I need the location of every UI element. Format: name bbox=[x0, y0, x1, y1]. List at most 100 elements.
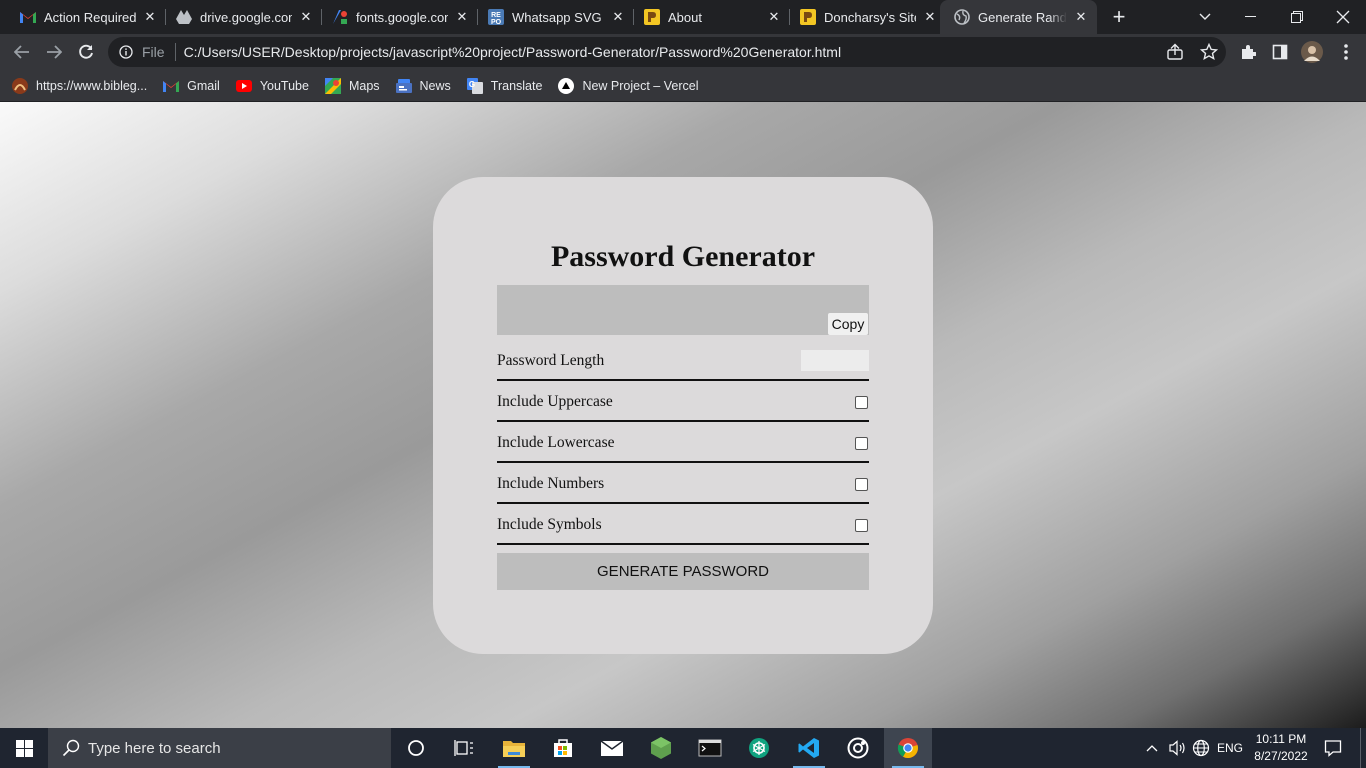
tab-title: About bbox=[668, 9, 702, 25]
tab-fonts[interactable]: fonts.google.com ✕ bbox=[312, 0, 478, 34]
tab-title: Generate Random bbox=[978, 9, 1067, 25]
bookmark-label: Translate bbox=[490, 78, 543, 93]
taskbar-search-box[interactable]: Type here to search bbox=[48, 728, 391, 768]
task-view-icon[interactable] bbox=[440, 728, 488, 768]
news-icon bbox=[395, 78, 412, 94]
bookmark-label: News bbox=[419, 78, 451, 93]
microsoft-store-icon[interactable] bbox=[539, 728, 587, 768]
lowercase-label: Include Lowercase bbox=[497, 434, 615, 451]
symbols-checkbox[interactable] bbox=[855, 519, 868, 532]
tab-title: Whatsapp SVG Ve bbox=[512, 9, 604, 25]
page-title: Password Generator bbox=[550, 240, 816, 273]
site-icon bbox=[800, 9, 816, 25]
repo-icon: RE PO bbox=[488, 9, 504, 25]
language-indicator[interactable]: ENG bbox=[1214, 728, 1246, 768]
side-panel-icon[interactable] bbox=[1270, 42, 1290, 62]
password-length-input[interactable] bbox=[801, 350, 869, 371]
numbers-checkbox[interactable] bbox=[855, 478, 868, 491]
tab-drive[interactable]: drive.google.com ✕ bbox=[156, 0, 322, 34]
forward-icon[interactable] bbox=[40, 38, 68, 66]
chatgpt-icon[interactable] bbox=[735, 728, 783, 768]
numbers-option-row: Include Numbers bbox=[497, 463, 869, 504]
fonts-icon bbox=[332, 9, 348, 25]
obs-icon[interactable] bbox=[834, 728, 882, 768]
tab-title: Action Required: bbox=[44, 9, 136, 25]
notifications-icon[interactable] bbox=[1320, 728, 1346, 768]
bookmarks-bar: https://www.bibleg... Gmail YouTube Maps… bbox=[0, 70, 1366, 102]
show-desktop-button[interactable] bbox=[1360, 728, 1366, 768]
url-scheme: File bbox=[142, 44, 165, 60]
gmail-icon bbox=[20, 9, 36, 25]
lowercase-option-row: Include Lowercase bbox=[497, 422, 869, 463]
close-icon[interactable]: ✕ bbox=[922, 9, 938, 25]
new-tab-button[interactable]: + bbox=[1108, 6, 1130, 29]
uppercase-label: Include Uppercase bbox=[497, 393, 613, 410]
tab-title: fonts.google.com bbox=[356, 9, 448, 25]
windows-start-icon[interactable] bbox=[0, 728, 48, 768]
reload-icon[interactable] bbox=[72, 38, 100, 66]
tab-search-icon[interactable] bbox=[1182, 0, 1228, 34]
clock-date: 8/27/2022 bbox=[1254, 749, 1308, 763]
bookmark-biblegateway[interactable]: https://www.bibleg... bbox=[12, 77, 148, 94]
bookmark-news[interactable]: News bbox=[395, 78, 451, 94]
show-hidden-icons[interactable] bbox=[1142, 728, 1162, 768]
close-icon[interactable]: ✕ bbox=[1073, 9, 1089, 25]
password-length-row: Password Length bbox=[497, 340, 869, 381]
network-globe-icon[interactable] bbox=[1190, 728, 1212, 768]
clock-time: 10:11 PM bbox=[1255, 732, 1307, 746]
bookmark-maps[interactable]: Maps bbox=[324, 77, 380, 94]
lowercase-checkbox[interactable] bbox=[855, 437, 868, 450]
page-viewport: Password Generator Copy Password Length … bbox=[0, 102, 1366, 728]
bookmark-label: https://www.bibleg... bbox=[36, 78, 148, 93]
cortana-icon[interactable] bbox=[392, 728, 440, 768]
numbers-label: Include Numbers bbox=[497, 475, 605, 492]
translate-icon: G bbox=[466, 77, 483, 94]
bookmark-label: Gmail bbox=[187, 78, 220, 93]
password-length-label: Password Length bbox=[497, 352, 605, 369]
uppercase-checkbox[interactable] bbox=[855, 396, 868, 409]
tab-whatsapp-svg[interactable]: REPO Whatsapp SVG Ve ✕ bbox=[468, 0, 634, 34]
gmail-icon bbox=[163, 78, 180, 94]
bookmark-youtube[interactable]: YouTube bbox=[235, 78, 309, 94]
tab-doncharsy[interactable]: Doncharsy's Site ✕ bbox=[780, 0, 946, 34]
tab-generate-random[interactable]: Generate Random ✕ bbox=[940, 0, 1097, 34]
tab-title: Doncharsy's Site bbox=[824, 9, 916, 25]
windows-taskbar: Type here to search ENG 10:11 PM 8/27/20… bbox=[0, 728, 1366, 768]
symbols-option-row: Include Symbols bbox=[497, 504, 869, 545]
node-app-icon[interactable] bbox=[637, 728, 685, 768]
close-window-icon[interactable] bbox=[1320, 0, 1366, 34]
tab-action-required[interactable]: Action Required: ✕ bbox=[0, 0, 166, 34]
generate-password-button[interactable]: GENERATE PASSWORD bbox=[497, 553, 869, 590]
bookmark-label: Maps bbox=[348, 78, 380, 93]
vercel-icon bbox=[558, 77, 575, 94]
symbols-label: Include Symbols bbox=[497, 516, 602, 533]
share-icon[interactable] bbox=[1166, 43, 1184, 66]
password-result-field[interactable]: Copy bbox=[497, 285, 869, 335]
drive-icon bbox=[176, 9, 192, 25]
chrome-icon[interactable] bbox=[884, 728, 932, 768]
restore-icon[interactable] bbox=[1274, 0, 1320, 34]
bookmark-gmail[interactable]: Gmail bbox=[163, 78, 220, 94]
bookmark-label: New Project – Vercel bbox=[582, 78, 699, 93]
bookmark-translate[interactable]: G Translate bbox=[466, 77, 543, 94]
url-text[interactable]: C:/Users/USER/Desktop/projects/javascrip… bbox=[184, 44, 842, 60]
vscode-icon[interactable] bbox=[785, 728, 833, 768]
terminal-icon[interactable] bbox=[686, 728, 734, 768]
info-icon[interactable] bbox=[118, 44, 134, 60]
star-icon[interactable] bbox=[1199, 42, 1219, 66]
uppercase-option-row: Include Uppercase bbox=[497, 381, 869, 422]
tab-about[interactable]: About ✕ bbox=[624, 0, 790, 34]
volume-icon[interactable] bbox=[1166, 728, 1188, 768]
extensions-icon[interactable] bbox=[1238, 42, 1258, 62]
mail-icon[interactable] bbox=[588, 728, 636, 768]
back-icon[interactable] bbox=[8, 38, 36, 66]
file-explorer-icon[interactable] bbox=[490, 728, 538, 768]
profile-avatar[interactable] bbox=[1301, 41, 1323, 63]
system-clock[interactable]: 10:11 PM 8/27/2022 bbox=[1248, 731, 1314, 765]
menu-icon[interactable] bbox=[1336, 42, 1356, 62]
bookmark-vercel[interactable]: New Project – Vercel bbox=[558, 77, 699, 94]
minimize-icon[interactable] bbox=[1228, 0, 1274, 34]
search-icon bbox=[62, 739, 80, 757]
address-bar[interactable]: File C:/Users/USER/Desktop/projects/java… bbox=[108, 37, 1226, 67]
copy-button[interactable]: Copy bbox=[828, 313, 868, 335]
